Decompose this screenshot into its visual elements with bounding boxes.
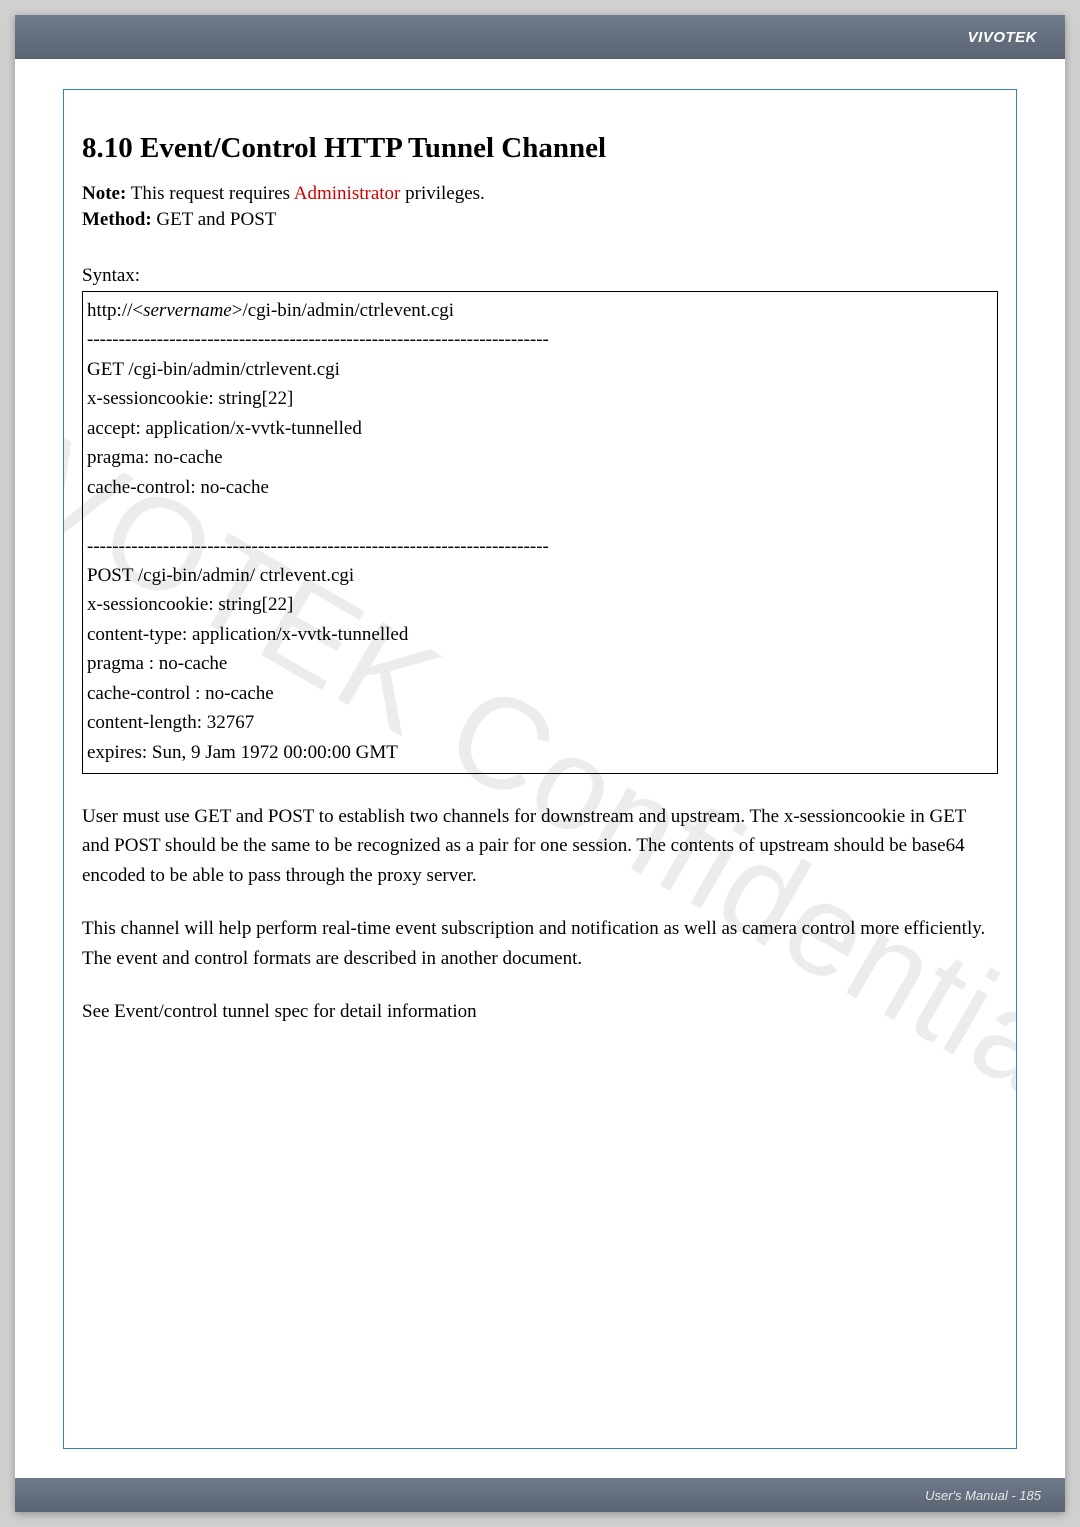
syntax-box: http://<servername>/cgi-bin/admin/ctrlev… <box>82 291 998 774</box>
syntax-label: Syntax: <box>82 265 998 287</box>
post-l7: expires: Sun, 9 Jam 1972 00:00:00 GMT <box>87 742 398 763</box>
content-inner: 8.10 Event/Control HTTP Tunnel Channel N… <box>82 132 998 1027</box>
footer-text: User's Manual - 185 <box>925 1488 1041 1503</box>
post-l4: pragma : no-cache <box>87 653 227 674</box>
get-l2: x-sessioncookie: string[22] <box>87 388 293 409</box>
post-l1: POST /cgi-bin/admin/ ctrlevent.cgi <box>87 565 354 586</box>
syntax-cell: http://<servername>/cgi-bin/admin/ctrlev… <box>83 292 998 774</box>
paragraph-2: This channel will help perform real-time… <box>82 914 998 973</box>
get-l3: accept: application/x-vvtk-tunnelled <box>87 418 362 439</box>
footer-band: User's Manual - 185 <box>15 1478 1065 1512</box>
method-label: Method: <box>82 209 152 230</box>
post-l3: content-type: application/x-vvtk-tunnell… <box>87 624 408 645</box>
method-line: Method: GET and POST <box>82 209 998 231</box>
syntax-url-suffix: >/cgi-bin/admin/ctrlevent.cgi <box>232 300 454 321</box>
note-line: Note: This request requires Administrato… <box>82 183 998 205</box>
post-l2: x-sessioncookie: string[22] <box>87 594 293 615</box>
brand-label: VIVOTEK <box>968 29 1037 46</box>
note-text-before: This request requires <box>126 183 293 204</box>
note-label: Note: <box>82 183 126 204</box>
dash-line-2: ----------------------------------------… <box>87 536 549 557</box>
paragraph-1: User must use GET and POST to establish … <box>82 802 998 890</box>
dash-line-1: ----------------------------------------… <box>87 329 549 350</box>
post-l5: cache-control : no-cache <box>87 683 274 704</box>
paragraph-3: See Event/control tunnel spec for detail… <box>82 997 998 1026</box>
note-text-after: privileges. <box>400 183 484 204</box>
syntax-url-server: servername <box>143 300 232 321</box>
syntax-url-prefix: http://< <box>87 300 143 321</box>
post-l6: content-length: 32767 <box>87 712 254 733</box>
content-wrap: VIVOTEK Confidential 8.10 Event/Control … <box>15 59 1065 1512</box>
note-admin: Administrator <box>294 183 401 204</box>
page: VIVOTEK VIVOTEK Confidential 8.10 Event/… <box>15 15 1065 1512</box>
method-value: GET and POST <box>152 209 277 230</box>
header-band: VIVOTEK <box>15 15 1065 59</box>
get-l5: cache-control: no-cache <box>87 477 269 498</box>
content-box: VIVOTEK Confidential 8.10 Event/Control … <box>63 89 1017 1449</box>
get-l1: GET /cgi-bin/admin/ctrlevent.cgi <box>87 359 340 380</box>
get-l4: pragma: no-cache <box>87 447 223 468</box>
section-title: 8.10 Event/Control HTTP Tunnel Channel <box>82 132 998 165</box>
